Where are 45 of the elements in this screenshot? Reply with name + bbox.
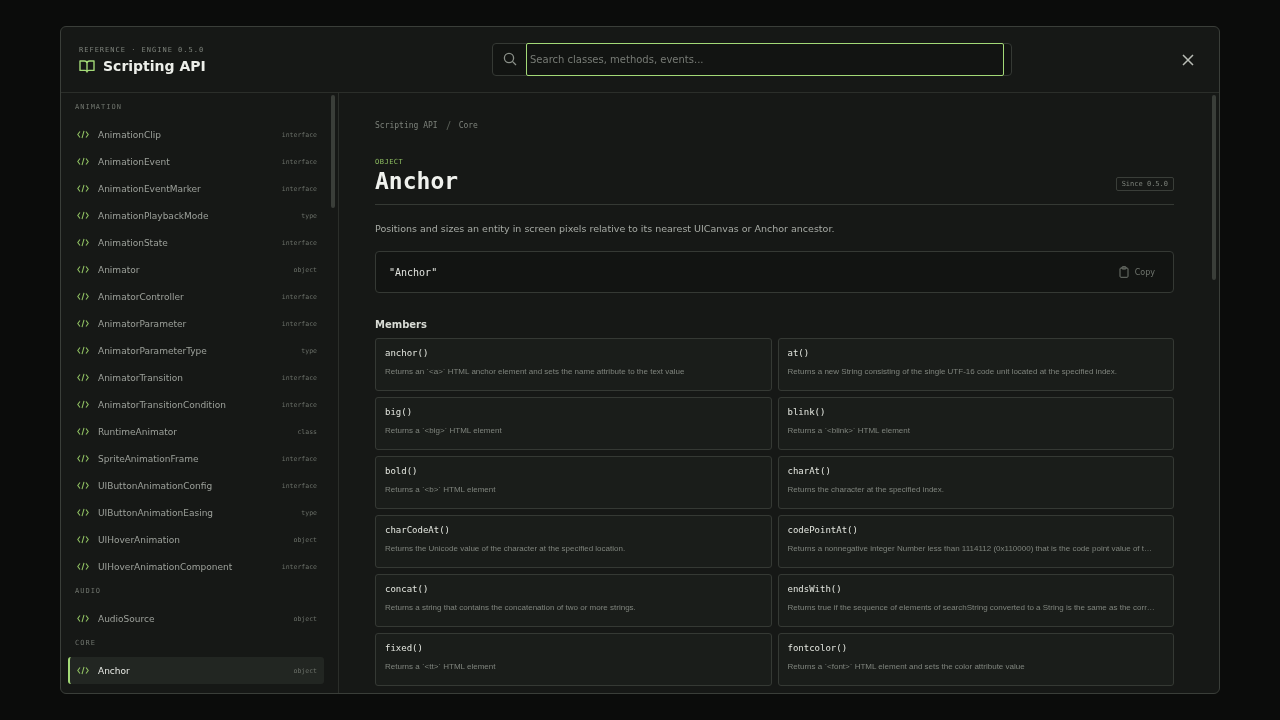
description-text: Positions and sizes an entity in screen pixels relative to its nearest UICanvas or Anchor ancestor. <box>375 223 836 234</box>
member-card[interactable]: bold() Returns a `<b>` HTML element <box>375 456 772 509</box>
member-card[interactable]: charAt() Returns the character at the specified index. <box>777 456 1174 509</box>
section-heading: Members <box>375 319 428 330</box>
member-description: Returns a `<tt>` HTML element <box>385 662 497 671</box>
member-card[interactable]: concat() Returns a string that contains the concatenation of two or more strings. <box>375 574 772 627</box>
member-description: Returns an `<a>` HTML anchor element and sets the name attribute to the text value <box>385 367 686 376</box>
member-name: big() <box>385 407 414 417</box>
dialog-title: Scripting API <box>103 57 206 74</box>
member-card[interactable]: at() Returns a new String consisting of the single UTF-16 code unit located at the specified index. <box>777 338 1174 391</box>
member-card[interactable]: anchor() Returns an `<a>` HTML anchor element and sets the name attribute to the text value <box>375 338 772 391</box>
member-card[interactable]: codePointAt() Returns a nonnegative integer Number less than 1114112 (0x110000) that is the code point value of t… <box>777 515 1174 568</box>
member-description: Returns a `<blink>` HTML element <box>787 426 911 435</box>
member-name: anchor() <box>385 348 430 358</box>
breadcrumb-link[interactable]: Core <box>458 121 478 130</box>
member-card[interactable]: charCodeAt() Returns the Unicode value of the character at the specified location. <box>375 515 772 568</box>
member-description: Returns a `<big>` HTML element <box>385 426 503 435</box>
search-field[interactable]: Search classes, methods, events... <box>526 43 1004 76</box>
member-card[interactable]: big() Returns a `<big>` HTML element <box>375 397 772 450</box>
breadcrumb-link[interactable]: Scripting API <box>375 121 438 130</box>
member-name: at() <box>787 348 811 358</box>
member-description: Returns a new String consisting of the single UTF-16 code unit located at the specified index. <box>787 367 1118 376</box>
member-description: Returns true if the sequence of elements of searchString converted to a String is the same as the corr… <box>787 603 1156 612</box>
member-name: charAt() <box>787 466 832 476</box>
member-description: Returns a nonnegative integer Number less than 1114112 (0x110000) that is the code point value of t… <box>787 544 1154 553</box>
member-card[interactable]: fontcolor() Returns a `<font>` HTML element and sets the color attribute value <box>777 633 1174 686</box>
code-text: "Anchor" <box>389 266 438 278</box>
page-title: Anchor <box>375 168 459 194</box>
member-description: Returns the character at the specified index. <box>787 485 946 494</box>
member-card[interactable]: endsWith() Returns true if the sequence of elements of searchString converted to a String is the same as the corr… <box>777 574 1174 627</box>
copy-button[interactable]: Copy <box>1118 266 1155 278</box>
member-name: bold() <box>385 466 419 476</box>
member-card[interactable]: blink() Returns a `<blink>` HTML element <box>777 397 1174 450</box>
member-description: Returns a string that contains the concatenation of two or more strings. <box>385 603 637 612</box>
member-description: Returns a `<font>` HTML element and sets the color attribute value <box>787 662 1026 671</box>
member-description: Returns the Unicode value of the character at the specified location. <box>385 544 627 553</box>
member-name: blink() <box>787 407 827 417</box>
member-name: concat() <box>385 584 430 594</box>
member-name: charCodeAt() <box>385 525 452 535</box>
member-card[interactable]: fixed() Returns a `<tt>` HTML element <box>375 633 772 686</box>
member-description: Returns a `<b>` HTML element <box>385 485 497 494</box>
member-name: endsWith() <box>787 584 843 594</box>
member-name: fontcolor() <box>787 643 849 653</box>
member-name: codePointAt() <box>787 525 859 535</box>
member-name: fixed() <box>385 643 424 653</box>
